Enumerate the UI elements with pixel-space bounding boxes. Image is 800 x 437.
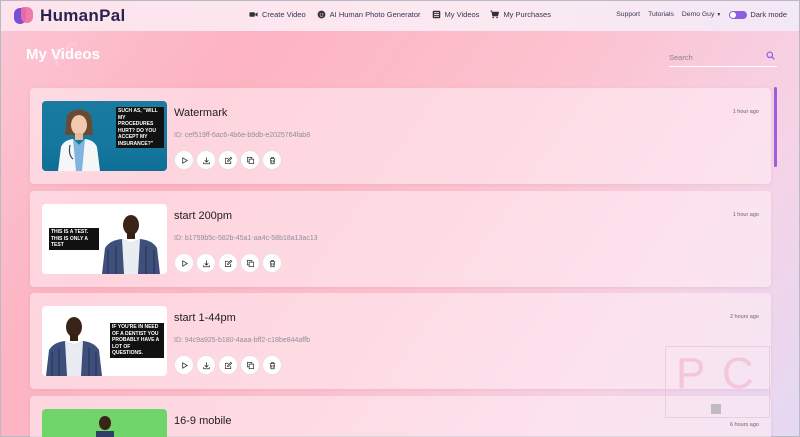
- dark-mode-label: Dark mode: [750, 10, 787, 19]
- user-menu[interactable]: Demo Guy ▼: [682, 11, 721, 18]
- video-title: start 200pm: [174, 210, 233, 222]
- download-icon: [202, 259, 210, 267]
- play-button[interactable]: [175, 356, 193, 374]
- trash-icon: [269, 259, 275, 267]
- nav-my-purchases[interactable]: My Purchases: [490, 10, 551, 19]
- copy-icon: [246, 361, 254, 369]
- delete-button[interactable]: [263, 356, 281, 374]
- search-input[interactable]: [669, 48, 759, 67]
- video-caption: THIS IS A TEST. THIS IS ONLY A TEST: [49, 228, 99, 250]
- video-title: 16-9 mobile: [174, 415, 232, 427]
- page-title: My Videos: [26, 46, 100, 63]
- doctor-avatar-image: [58, 109, 100, 171]
- logo-icon: [13, 5, 35, 27]
- chevron-down-icon: ▼: [716, 12, 722, 18]
- video-list-icon: [432, 10, 440, 19]
- cart-icon: [490, 10, 500, 19]
- main-nav: Create Video AI Human Photo Generator My…: [249, 10, 551, 19]
- delete-button[interactable]: [263, 254, 281, 272]
- duplicate-button[interactable]: [241, 254, 259, 272]
- copy-icon: [246, 156, 254, 164]
- brand-name: HumanPal: [40, 6, 126, 25]
- duplicate-button[interactable]: [241, 151, 259, 169]
- nav-create-video-label: Create Video: [262, 10, 306, 19]
- download-button[interactable]: [197, 254, 215, 272]
- face-icon: [317, 10, 326, 19]
- video-timestamp: 6 hours ago: [729, 422, 759, 428]
- nav-my-videos-label: My Videos: [444, 10, 480, 19]
- video-actions: [175, 151, 281, 169]
- trash-icon: [269, 156, 275, 164]
- search-icon[interactable]: [766, 51, 775, 60]
- video-title: start 1-44pm: [174, 312, 236, 324]
- video-title: Watermark: [174, 107, 228, 119]
- video-card: SUCH AS, "WILL MY PROCEDURES HURT? DO YO…: [30, 88, 771, 184]
- video-thumbnail[interactable]: SUCH AS, "WILL MY PROCEDURES HURT? DO YO…: [42, 101, 167, 171]
- man-avatar-image: [102, 215, 160, 274]
- video-thumbnail[interactable]: [42, 409, 167, 437]
- top-navbar: HumanPal Create Video AI Human Photo Gen…: [1, 1, 799, 31]
- nav-photo-generator-label: AI Human Photo Generator: [329, 10, 421, 19]
- right-nav: Support Tutorials Demo Guy ▼ Dark mode: [616, 10, 787, 19]
- video-card: THIS IS A TEST. THIS IS ONLY A TEST star…: [30, 191, 771, 287]
- video-timestamp: 1 hour ago: [732, 212, 759, 218]
- duplicate-button[interactable]: [241, 356, 259, 374]
- video-actions: [175, 356, 281, 374]
- copy-icon: [246, 259, 254, 267]
- brand-logo[interactable]: HumanPal: [13, 5, 126, 27]
- edit-button[interactable]: [219, 356, 237, 374]
- delete-button[interactable]: [263, 151, 281, 169]
- support-link[interactable]: Support: [616, 11, 640, 18]
- video-thumbnail[interactable]: THIS IS A TEST. THIS IS ONLY A TEST: [42, 204, 167, 274]
- tutorials-link[interactable]: Tutorials: [648, 11, 674, 18]
- video-timestamp: 1 hour ago: [732, 109, 759, 115]
- search-box: [669, 47, 777, 67]
- edit-icon: [224, 156, 232, 164]
- video-id: ID: 94c9a925-b180-4aaa-bff2-c18be844affb: [174, 337, 310, 344]
- edit-button[interactable]: [219, 254, 237, 272]
- play-icon: [181, 259, 188, 267]
- play-button[interactable]: [175, 151, 193, 169]
- edit-icon: [224, 361, 232, 369]
- nav-photo-generator[interactable]: AI Human Photo Generator: [317, 10, 421, 19]
- man-avatar-image: [96, 416, 114, 437]
- toggle-switch[interactable]: [729, 10, 748, 19]
- video-camera-icon: [249, 12, 258, 17]
- video-card: IF YOU'RE IN NEED OF A DENTIST YOU PROBA…: [30, 293, 771, 389]
- video-card: 16-9 mobile 6 hours ago: [30, 396, 771, 437]
- edit-icon: [224, 259, 232, 267]
- video-caption: SUCH AS, "WILL MY PROCEDURES HURT? DO YO…: [116, 107, 164, 148]
- dark-mode-toggle[interactable]: Dark mode: [729, 10, 787, 19]
- video-caption: IF YOU'RE IN NEED OF A DENTIST YOU PROBA…: [110, 323, 164, 358]
- download-button[interactable]: [197, 151, 215, 169]
- play-icon: [181, 156, 188, 164]
- video-id: ID: b1759b5c-582b-45a1-aa4c-58b18a13ac13: [174, 235, 318, 242]
- play-icon: [181, 361, 188, 369]
- play-button[interactable]: [175, 254, 193, 272]
- download-icon: [202, 361, 210, 369]
- video-id: ID: cef519ff-6ac6-4b6e-b9db-e2025764fab8: [174, 132, 311, 139]
- video-timestamp: 2 hours ago: [729, 314, 759, 320]
- trash-icon: [269, 361, 275, 369]
- nav-create-video[interactable]: Create Video: [249, 10, 306, 19]
- list-scrollbar[interactable]: [774, 87, 777, 167]
- user-name: Demo Guy: [681, 11, 715, 18]
- nav-my-purchases-label: My Purchases: [503, 10, 551, 19]
- watermark-square: [711, 404, 721, 414]
- edit-button[interactable]: [219, 151, 237, 169]
- video-thumbnail[interactable]: IF YOU'RE IN NEED OF A DENTIST YOU PROBA…: [42, 306, 167, 376]
- nav-my-videos[interactable]: My Videos: [432, 10, 480, 19]
- video-actions: [175, 254, 281, 272]
- download-icon: [202, 156, 210, 164]
- download-button[interactable]: [197, 356, 215, 374]
- man-avatar-image: [46, 317, 102, 376]
